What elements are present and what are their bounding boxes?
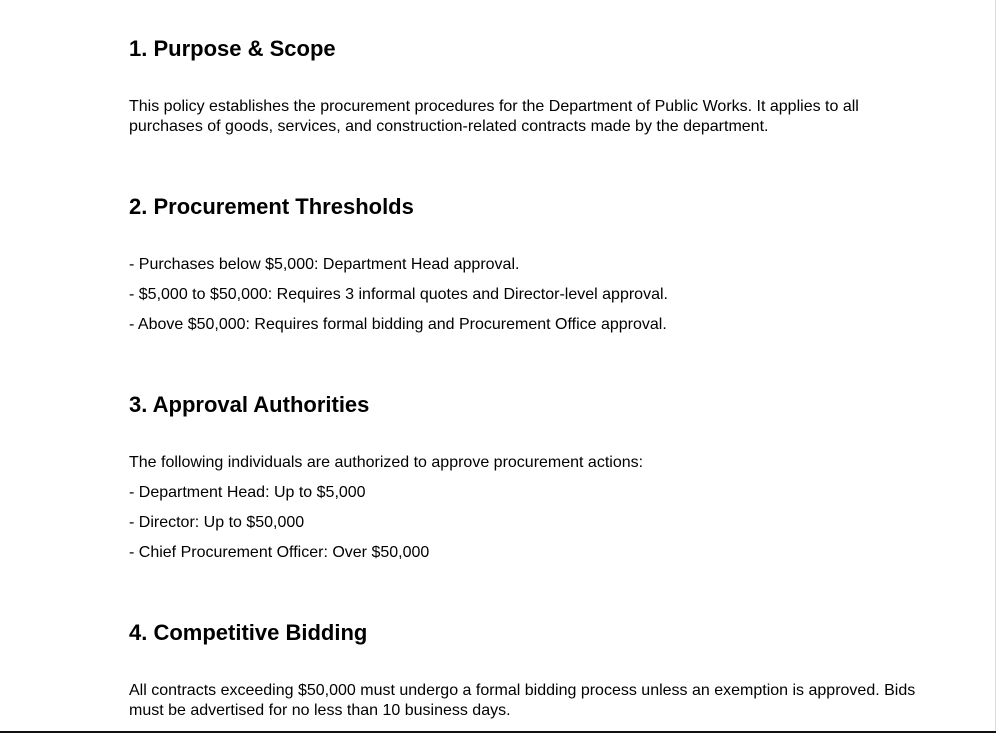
threshold-list: - Purchases below $5,000: Department Hea… xyxy=(129,255,929,335)
section-lead: The following individuals are authorized… xyxy=(129,454,644,471)
list-item: - Purchases below $5,000: Department Hea… xyxy=(129,256,520,273)
list-item: - Director: Up to $50,000 xyxy=(129,514,305,531)
section-competitive-bidding: 4. Competitive Bidding All contracts exc… xyxy=(129,620,929,721)
section-heading: 2. Procurement Thresholds xyxy=(129,194,414,219)
section-body: All contracts exceeding $50,000 must und… xyxy=(129,682,916,719)
section-heading: 3. Approval Authorities xyxy=(129,392,370,417)
list-item: - Chief Procurement Officer: Over $50,00… xyxy=(129,544,430,561)
list-item: - Department Head: Up to $5,000 xyxy=(129,484,366,501)
section-approval-authorities: 3. Approval Authorities The following in… xyxy=(129,392,929,563)
section-body: This policy establishes the procurement … xyxy=(129,98,859,135)
section-purpose-scope: 1. Purpose & Scope This policy establish… xyxy=(129,36,929,137)
section-heading: 4. Competitive Bidding xyxy=(129,620,368,645)
document-page: 1. Purpose & Scope This policy establish… xyxy=(0,0,996,731)
section-procurement-thresholds: 2. Procurement Thresholds - Purchases be… xyxy=(129,194,929,335)
section-heading: 1. Purpose & Scope xyxy=(129,36,336,61)
list-item: - $5,000 to $50,000: Requires 3 informal… xyxy=(129,286,668,303)
authority-list: - Department Head: Up to $5,000 - Direct… xyxy=(129,483,929,563)
list-item: - Above $50,000: Requires formal bidding… xyxy=(129,316,667,333)
